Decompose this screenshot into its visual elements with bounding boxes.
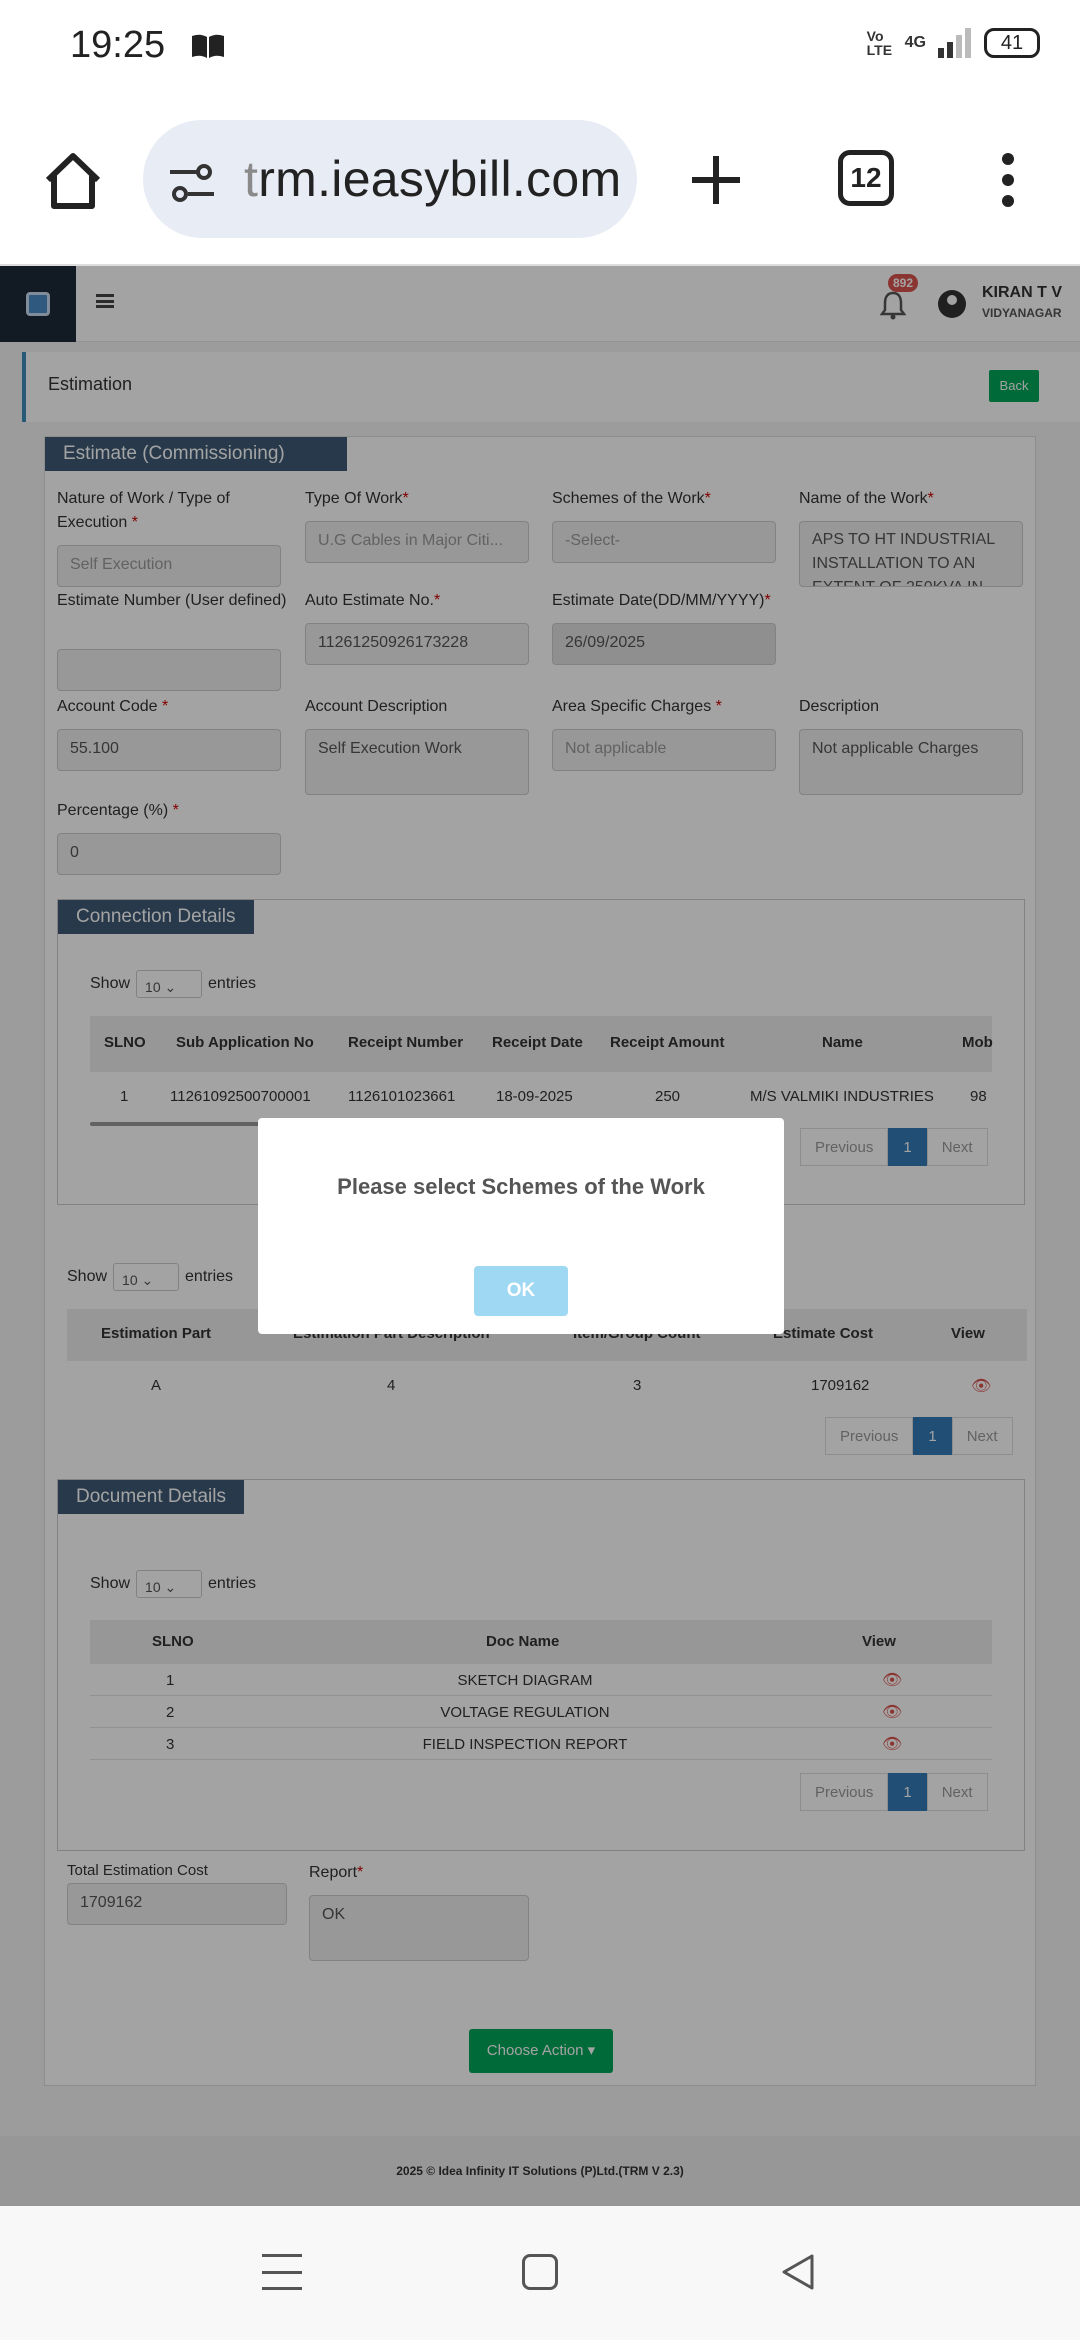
back-nav-icon[interactable] [778, 2252, 818, 2292]
tab-switcher-button[interactable]: 12 [838, 150, 894, 206]
book-icon [192, 34, 224, 58]
status-bar: 19:25 Vo LTE 4G 41 [0, 0, 1080, 96]
home-button-icon[interactable] [522, 2254, 558, 2290]
volte-label: Vo LTE [866, 28, 893, 58]
new-tab-icon[interactable] [688, 152, 744, 208]
url-rest: rm.ieasybill.com [258, 151, 622, 207]
status-icons: Vo LTE 4G 41 [867, 28, 1040, 58]
url-text[interactable]: trm.ieasybill.com [244, 150, 621, 208]
url-dim: t [244, 151, 259, 207]
ok-button[interactable]: OK [474, 1266, 568, 1316]
clock: 19:25 [70, 24, 166, 66]
battery-icon: 41 [984, 28, 1040, 58]
alert-message: Please select Schemes of the Work [337, 1174, 705, 1199]
signal-icon [938, 28, 971, 58]
browser-toolbar: trm.ieasybill.com 12 [0, 96, 1080, 266]
site-settings-icon[interactable] [168, 164, 216, 202]
recent-apps-icon[interactable] [262, 2254, 302, 2290]
network-label: 4G [904, 34, 926, 51]
home-icon[interactable] [42, 150, 104, 212]
alert-dialog: Please select Schemes of the Work OK [258, 1118, 784, 1334]
system-nav-bar [0, 2206, 1080, 2340]
more-menu-icon[interactable] [998, 152, 1018, 208]
